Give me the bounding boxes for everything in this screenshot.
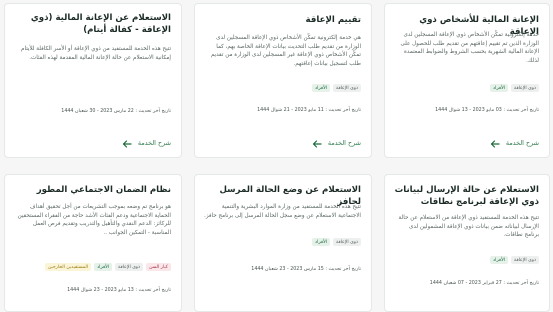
card-title: الاستعلام عن حالة الإرسال لبيانات ذوي ال… [394, 185, 539, 207]
tag-elderly[interactable]: كبار السن [146, 263, 171, 271]
tag-individuals[interactable]: الأفراد [94, 263, 113, 271]
card-title: نظام الضمان الاجتماعي المطور [36, 185, 171, 195]
service-details-link[interactable]: شرح الخدمة [312, 139, 361, 148]
arrow-left-icon [312, 139, 322, 148]
card-description: تتيح هذه الخدمة للمستفيد من وزارة الموار… [204, 204, 361, 219]
tag-individuals[interactable]: الأفراد [490, 84, 508, 92]
tag-disability[interactable]: ذوي الإعاقة [510, 84, 539, 92]
tag-disability[interactable]: ذوي الإعاقة [332, 84, 361, 92]
arrow-left-icon [490, 139, 500, 148]
service-card-disability-allowance[interactable]: الإعانة المالية للأشخاص ذوي الإعاقة خدمة… [384, 3, 550, 158]
last-updated-date: تاريخ آخر تحديث : 27 فبراير 2023 - 07 شع… [429, 281, 539, 286]
card-description: هي خدمة إلكترونية تمكّن الأشخاص ذوي الإع… [210, 35, 361, 67]
card-title: الاستعلام عن الإعانة المالية (ذوي الإعاق… [30, 13, 171, 35]
service-details-link[interactable]: شرح الخدمة [122, 139, 171, 148]
last-updated-date: تاريخ آخر تحديث : 22 مارس 2023 - 30 شعبا… [61, 109, 171, 114]
tag-individuals[interactable]: الأفراد [490, 256, 508, 264]
service-card-allowance-inquiry[interactable]: الاستعلام عن الإعانة المالية (ذوي الإعاق… [4, 3, 182, 158]
card-description: خدمة إلكترونية تمكّن الأشخاص ذوي الإعاقة… [400, 32, 539, 64]
card-description: تتيح هذه الخدمة للمستفيد ذوي الإعاقة من … [398, 215, 539, 239]
tag-individuals[interactable]: الأفراد [312, 84, 330, 92]
last-updated-date: تاريخ آخر تحديث : 13 مايو 2023 - 23 شوال… [67, 288, 171, 293]
card-title: تقييم الإعاقة [305, 15, 361, 25]
tag-individuals[interactable]: الأفراد [312, 238, 330, 246]
service-card-hafiz-status[interactable]: الاستعلام عن وضع الحالة المرسل لحافز تتي… [194, 174, 372, 312]
last-updated-date: تاريخ آخر تحديث : 11 مايو 2023 - 21 شوال… [257, 108, 361, 113]
tag-list: ذوي الإعاقة الأفراد [490, 256, 539, 264]
service-details-label[interactable]: شرح الخدمة [328, 139, 361, 148]
service-details-link[interactable]: شرح الخدمة [490, 139, 539, 148]
tag-list: ذوي الإعاقة الأفراد [312, 84, 361, 92]
service-card-nitaqat-status[interactable]: الاستعلام عن حالة الإرسال لبيانات ذوي ال… [384, 174, 550, 312]
tag-disability[interactable]: ذوي الإعاقة [332, 238, 361, 246]
tag-list: ذوي الإعاقة الأفراد [490, 84, 539, 92]
tag-disability[interactable]: ذوي الإعاقة [510, 256, 539, 264]
tag-external-beneficiaries[interactable]: المستفيدين الخارجين [44, 263, 92, 271]
service-details-label[interactable]: شرح الخدمة [138, 139, 171, 148]
card-description: هو برنامج تم وضعه بموجب التشريعات من أجل… [17, 204, 171, 236]
last-updated-date: تاريخ آخر تحديث : 15 مارس 2023 - 23 شعبا… [251, 267, 361, 272]
last-updated-date: تاريخ آخر تحديث : 03 مايو 2023 - 13 شوال… [435, 108, 539, 113]
card-description: تتيح هذه الخدمة للمستفيد من ذوي الإعاقة … [21, 46, 171, 61]
service-details-label[interactable]: شرح الخدمة [506, 139, 539, 148]
service-card-social-security[interactable]: نظام الضمان الاجتماعي المطور هو برنامج ت… [4, 174, 182, 312]
tag-list: كبار السن ذوي الإعاقة الأفراد المستفيدين… [44, 263, 171, 271]
tag-list: ذوي الإعاقة الأفراد [312, 238, 361, 246]
tag-disability[interactable]: ذوي الإعاقة [115, 263, 144, 271]
arrow-left-icon [122, 139, 132, 148]
service-card-disability-assessment[interactable]: تقييم الإعاقة هي خدمة إلكترونية تمكّن ال… [194, 3, 372, 158]
